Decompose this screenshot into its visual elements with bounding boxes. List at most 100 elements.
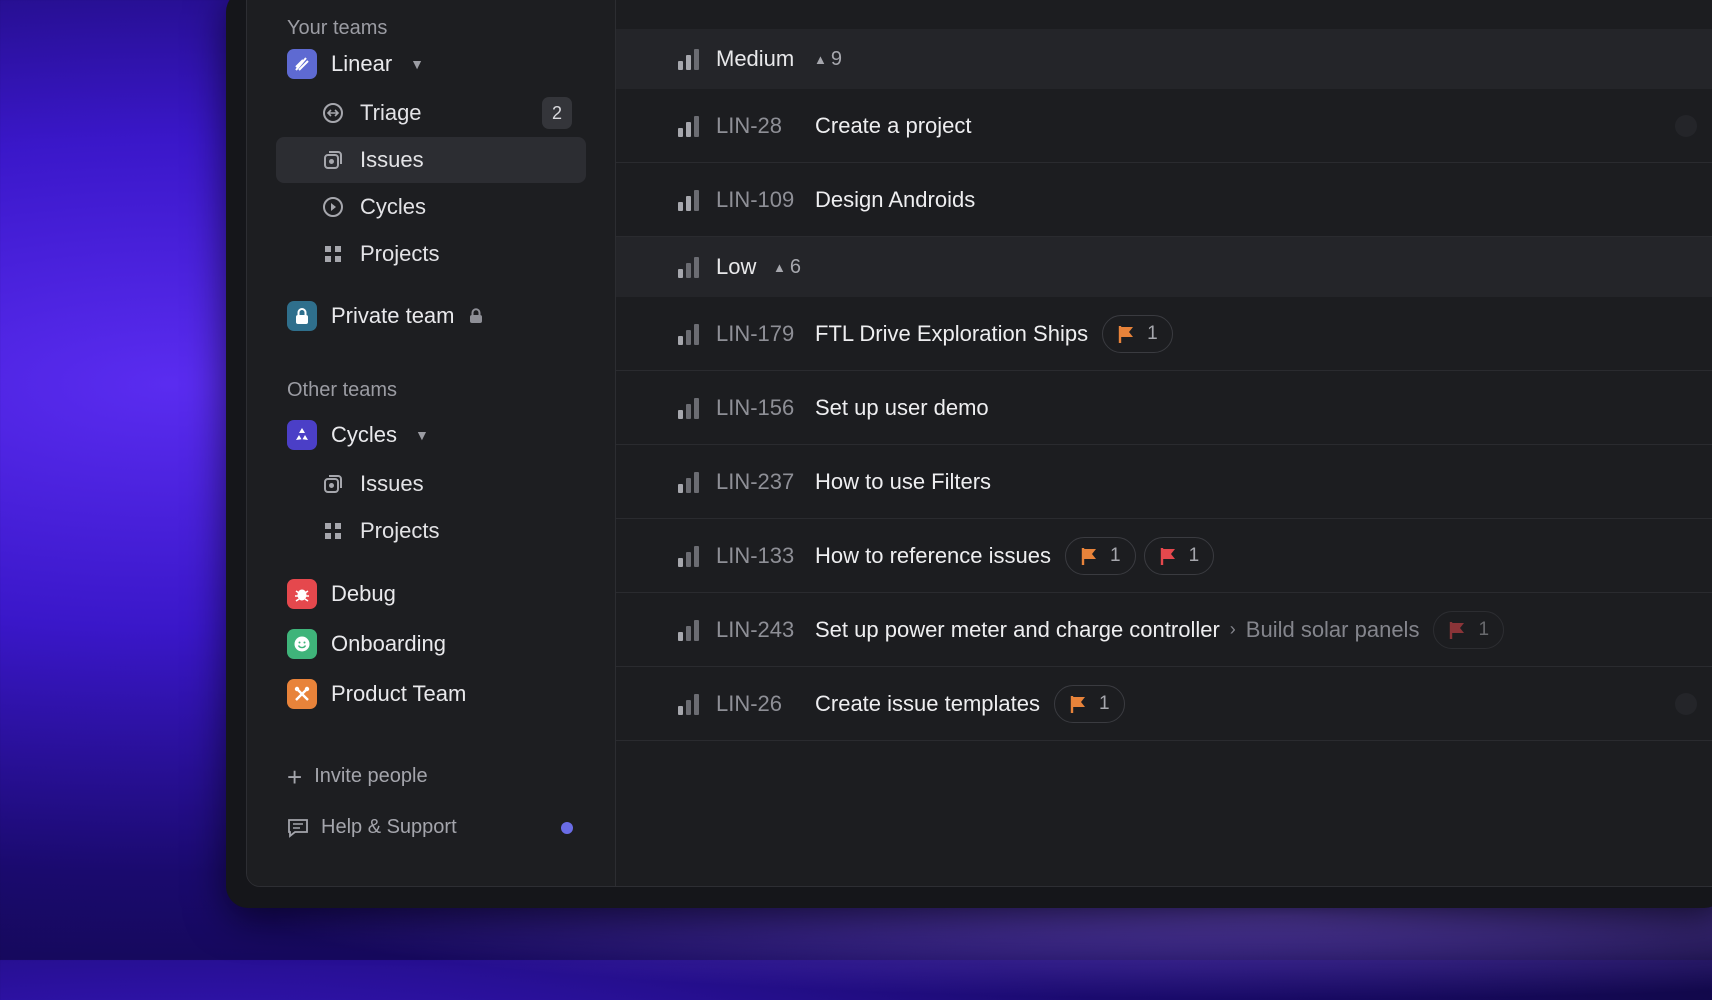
milestone-chip[interactable]: 1 <box>1102 314 1173 353</box>
chevron-down-icon[interactable]: ▼ <box>415 427 429 443</box>
linear-team-icon <box>287 49 317 79</box>
chat-icon <box>288 818 308 838</box>
sidebar: Your teams Linear ▼ Triage 2 Issues Cycl… <box>247 0 616 886</box>
avatar[interactable] <box>1675 693 1697 715</box>
group-header-medium[interactable]: Medium ▲ 9 <box>616 29 1712 89</box>
issue-title-text: Set up power meter and charge controller <box>815 616 1220 642</box>
app-window: Your teams Linear ▼ Triage 2 Issues Cycl… <box>246 0 1712 887</box>
issue-title: Set up user demo <box>815 395 989 421</box>
sidebar-item-cycles-projects[interactable]: Projects <box>276 508 586 554</box>
group-count: ▲ 9 <box>814 48 842 71</box>
cycles-icon <box>323 197 343 217</box>
other-teams-heading: Other teams <box>287 379 398 401</box>
projects-icon <box>325 523 341 539</box>
milestone-chip[interactable]: 1 <box>1143 536 1215 575</box>
sidebar-item-label: Triage <box>360 100 422 125</box>
chip-count: 1 <box>1099 692 1110 714</box>
your-teams-heading: Your teams <box>287 17 388 39</box>
table-row[interactable]: LIN-156 Set up user demo <box>616 371 1712 445</box>
sidebar-item-label: Cycles <box>360 194 427 219</box>
help-support-button[interactable]: Help & Support <box>287 816 457 839</box>
count-icon: ▲ <box>773 259 786 275</box>
table-row[interactable]: LIN-237 How to use Filters <box>616 445 1712 519</box>
lock-team-icon <box>287 301 317 331</box>
issues-icon <box>324 151 342 169</box>
issue-title: FTL Drive Exploration Ships 1 <box>815 314 1173 353</box>
priority-low-icon <box>678 545 702 567</box>
invite-people-button[interactable]: + Invite people <box>287 764 428 790</box>
team-product[interactable]: Product Team <box>287 676 466 712</box>
chip-count: 1 <box>1478 618 1490 640</box>
issues-icon <box>324 475 342 493</box>
count-icon: ▲ <box>814 51 827 67</box>
group-count-value: 9 <box>830 47 842 70</box>
team-linear[interactable]: Linear ▼ <box>287 46 424 82</box>
issue-id: LIN-28 <box>716 112 783 138</box>
notification-dot <box>561 822 573 834</box>
group-count: ▲ 6 <box>773 256 801 279</box>
issue-title: How to use Filters <box>815 469 991 495</box>
team-name: Linear <box>331 51 393 76</box>
priority-low-icon <box>678 693 702 715</box>
priority-low-icon <box>678 323 702 345</box>
sidebar-item-issues[interactable]: Issues <box>276 137 586 183</box>
priority-low-icon <box>678 256 702 278</box>
table-row[interactable]: LIN-109 Design Androids <box>616 163 1712 237</box>
flag-icon <box>1070 695 1085 713</box>
issue-title: Create a project <box>815 113 972 139</box>
issue-title-text: How to reference issues <box>815 542 1051 568</box>
issue-id: LIN-133 <box>716 542 795 568</box>
team-onboarding[interactable]: Onboarding <box>287 626 446 662</box>
team-name: Debug <box>331 581 396 606</box>
sidebar-item-projects[interactable]: Projects <box>276 231 586 277</box>
bug-team-icon <box>287 579 317 609</box>
team-name: Cycles <box>331 422 398 447</box>
milestone-chip[interactable]: 1 <box>1054 684 1125 723</box>
chevron-down-icon[interactable]: ▼ <box>410 56 424 72</box>
tools-team-icon <box>287 679 317 709</box>
table-row[interactable]: LIN-26 Create issue templates 1 <box>616 667 1712 741</box>
issue-id: LIN-156 <box>716 394 795 420</box>
issue-title: Design Androids <box>815 187 975 213</box>
issue-id: LIN-237 <box>716 468 795 494</box>
priority-medium-icon <box>678 115 702 137</box>
parent-issue-link[interactable]: Build solar panels <box>1246 617 1420 643</box>
priority-medium-icon <box>678 189 702 211</box>
group-label: Low <box>716 254 757 279</box>
chevron-right-icon: › <box>1229 619 1236 639</box>
table-row[interactable]: LIN-133 How to reference issues 1 1 <box>616 519 1712 593</box>
avatar[interactable] <box>1675 115 1697 137</box>
sidebar-item-label: Issues <box>360 147 424 172</box>
triage-icon <box>323 103 343 123</box>
chip-count: 1 <box>1188 544 1200 566</box>
table-row[interactable]: LIN-179 FTL Drive Exploration Ships 1 <box>616 297 1712 371</box>
issue-title-text: FTL Drive Exploration Ships <box>815 320 1089 346</box>
team-private[interactable]: Private team <box>287 298 483 334</box>
issue-title: How to reference issues 1 1 <box>815 536 1215 575</box>
smile-team-icon <box>287 629 317 659</box>
issue-title-text: Create issue templates <box>815 690 1040 716</box>
group-label: Medium <box>716 46 795 71</box>
issue-title: Set up power meter and charge controller… <box>815 610 1505 649</box>
triage-count-badge: 2 <box>542 97 572 129</box>
team-debug[interactable]: Debug <box>287 576 396 612</box>
milestone-chip[interactable]: 1 <box>1433 610 1505 649</box>
sidebar-item-triage[interactable]: Triage 2 <box>276 90 586 136</box>
sidebar-item-cycles[interactable]: Cycles <box>276 184 586 230</box>
team-name: Product Team <box>331 681 467 706</box>
flag-icon <box>1118 325 1134 343</box>
table-row[interactable]: LIN-28 Create a project <box>616 89 1712 163</box>
milestone-chip[interactable]: 1 <box>1065 536 1136 575</box>
issue-list: Medium ▲ 9 LIN-28 Create a project LIN-10… <box>616 0 1712 886</box>
team-cycles[interactable]: Cycles ▼ <box>287 417 429 453</box>
group-header-low[interactable]: Low ▲ 6 <box>616 237 1712 297</box>
priority-low-icon <box>678 397 702 419</box>
table-row[interactable]: LIN-243 Set up power meter and charge co… <box>616 593 1712 667</box>
sidebar-item-label: Projects <box>360 518 440 543</box>
sidebar-item-cycles-issues[interactable]: Issues <box>276 461 586 507</box>
lock-icon <box>469 308 482 323</box>
help-label: Help & Support <box>321 816 457 838</box>
issue-id: LIN-109 <box>716 186 795 212</box>
flag-red-icon <box>1450 621 1465 639</box>
flag-icon <box>1081 547 1096 565</box>
